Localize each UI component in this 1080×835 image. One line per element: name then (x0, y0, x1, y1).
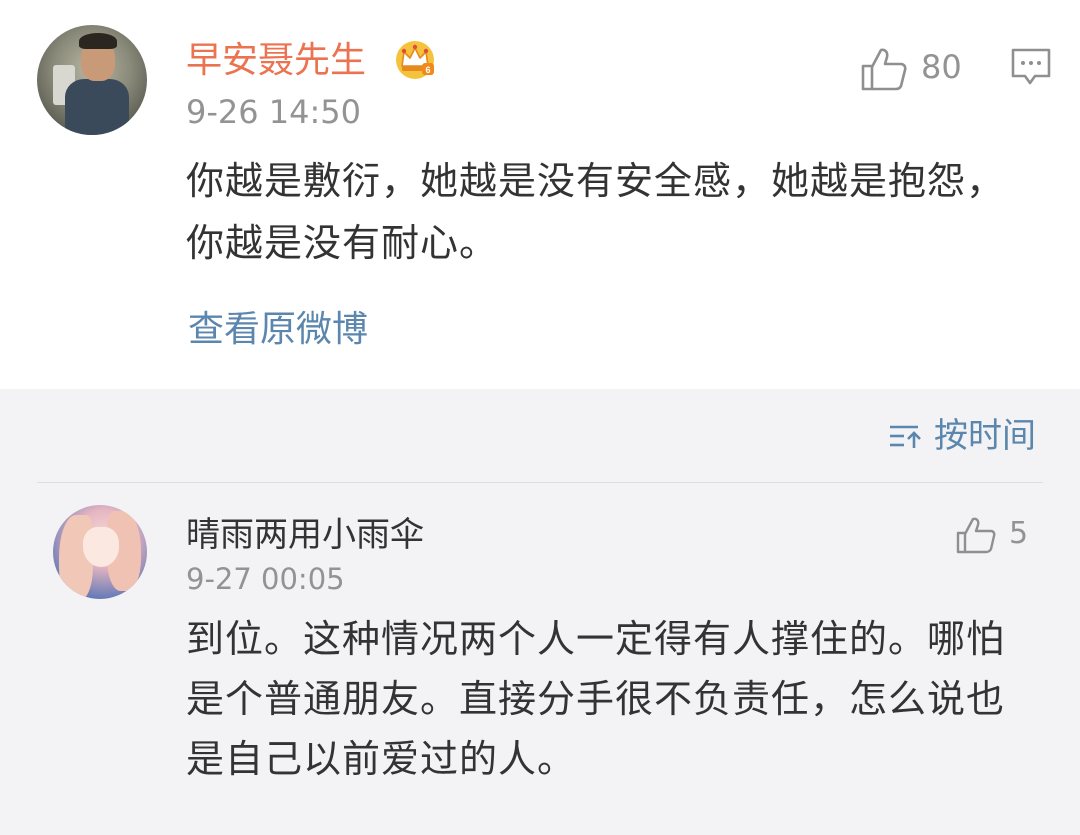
avatar-face-shape (83, 527, 119, 567)
reply-username[interactable]: 晴雨两用小雨伞 (186, 512, 424, 558)
view-original-post-link[interactable]: 查看原微博 (188, 305, 368, 355)
sort-label: 按时间 (934, 416, 1036, 456)
comment-timestamp: 9-26 14:50 (186, 93, 362, 131)
main-comment-card: 早安聂先生 6 9-26 14:50 80 你越是敷衍，她越是没有安全感，她越是… (0, 0, 1080, 389)
avatar-hair-shape (79, 33, 117, 49)
comment-username[interactable]: 早安聂先生 (186, 36, 366, 86)
reply-user-avatar[interactable] (53, 505, 147, 599)
sort-by-time-button[interactable]: 按时间 (888, 413, 1036, 459)
avatar-body-shape (65, 79, 129, 135)
thumbs-up-icon[interactable] (860, 46, 908, 92)
svg-text:6: 6 (425, 65, 430, 75)
comment-content: 你越是敷衍，她越是没有安全感，她越是抱怨，你越是没有耐心。 (186, 159, 1006, 265)
comment-bubble-icon[interactable] (1010, 47, 1052, 87)
reply-like-count: 5 (1009, 516, 1029, 551)
sort-icon (890, 425, 921, 448)
reply-timestamp: 9-27 00:05 (186, 562, 345, 596)
thumbs-up-icon[interactable] (955, 515, 997, 555)
divider (37, 482, 1043, 483)
crown-vip-icon: 6 (396, 41, 434, 79)
like-count: 80 (921, 48, 962, 86)
reply-content: 到位。这种情况两个人一定得有人撑住的。哪怕是个普通朋友。直接分手很不负责任，怎么… (186, 617, 1006, 781)
user-avatar[interactable] (37, 25, 147, 135)
